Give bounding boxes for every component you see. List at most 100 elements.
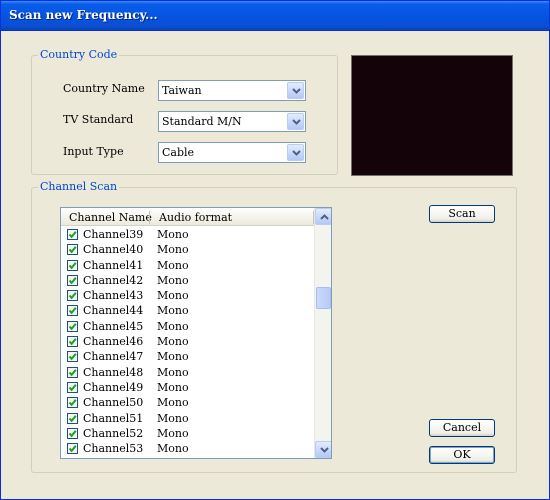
channel-checkbox[interactable] xyxy=(67,443,78,455)
channel-audio-format: Mono xyxy=(157,335,189,349)
channel-audio-format: Mono xyxy=(157,350,189,364)
country-code-group: Country Code Country Name Taiwan TV Stan… xyxy=(31,48,338,175)
checkmark-icon xyxy=(68,231,77,239)
channel-name: Channel53 xyxy=(83,442,144,456)
window-title: Scan new Frequency... xyxy=(9,8,158,22)
channel-checkbox[interactable] xyxy=(67,397,78,409)
channel-checkbox[interactable] xyxy=(67,259,78,271)
table-row[interactable]: Channel52 Mono xyxy=(61,426,314,441)
column-header-channel-name[interactable]: Channel Name xyxy=(69,211,152,224)
checkmark-icon xyxy=(68,430,77,438)
table-row[interactable]: Channel48 Mono xyxy=(61,365,314,380)
channel-name: Channel49 xyxy=(83,380,144,394)
channel-checkbox[interactable] xyxy=(67,274,78,286)
channel-audio-format: Mono xyxy=(157,411,189,425)
channel-checkbox[interactable] xyxy=(67,381,78,393)
channel-audio-format: Mono xyxy=(157,304,189,318)
channel-audio-format: Mono xyxy=(157,289,189,303)
channel-audio-format: Mono xyxy=(157,228,189,241)
checkmark-icon xyxy=(68,307,77,315)
channel-name: Channel45 xyxy=(83,319,144,333)
channel-name: Channel41 xyxy=(83,258,144,272)
checkmark-icon xyxy=(68,399,77,407)
scroll-thumb[interactable] xyxy=(316,287,331,309)
channel-audio-format: Mono xyxy=(157,442,189,456)
channel-checkbox[interactable] xyxy=(67,427,78,439)
input-type-label: Input Type xyxy=(63,145,124,158)
title-bar[interactable]: Scan new Frequency... xyxy=(1,1,549,31)
channel-audio-format: Mono xyxy=(157,426,189,440)
country-name-label: Country Name xyxy=(63,82,145,95)
table-row[interactable]: Channel49 Mono xyxy=(61,380,314,395)
channel-checkbox[interactable] xyxy=(67,320,78,332)
channel-checkbox[interactable] xyxy=(67,305,78,317)
chevron-down-icon[interactable] xyxy=(287,144,304,161)
list-scrollbar[interactable] xyxy=(314,208,331,458)
channel-checkbox[interactable] xyxy=(67,366,78,378)
country-name-value: Taiwan xyxy=(162,84,202,97)
channel-checkbox[interactable] xyxy=(67,351,78,363)
table-row[interactable]: Channel53 Mono xyxy=(61,441,314,456)
channel-name: Channel46 xyxy=(83,335,144,349)
chevron-down-icon[interactable] xyxy=(287,113,304,130)
table-row[interactable]: Channel44 Mono xyxy=(61,303,314,318)
channel-audio-format: Mono xyxy=(157,365,189,379)
column-header-audio-format[interactable]: Audio format xyxy=(159,211,232,224)
channel-name: Channel39 xyxy=(83,228,144,241)
checkmark-icon xyxy=(68,414,77,422)
channel-checkbox[interactable] xyxy=(67,229,78,240)
channel-checkbox[interactable] xyxy=(67,244,78,256)
video-preview xyxy=(351,55,513,176)
checkmark-icon xyxy=(68,292,77,300)
table-row[interactable]: Channel50 Mono xyxy=(61,395,314,410)
channel-audio-format: Mono xyxy=(157,319,189,333)
checkmark-icon xyxy=(68,368,77,376)
scroll-up-button[interactable] xyxy=(315,208,331,225)
table-row[interactable]: Channel43 Mono xyxy=(61,288,314,303)
tv-standard-label: TV Standard xyxy=(63,113,134,126)
table-row[interactable]: Channel51 Mono xyxy=(61,411,314,426)
input-type-value: Cable xyxy=(162,146,195,159)
channel-audio-format: Mono xyxy=(157,243,189,257)
checkmark-icon xyxy=(68,445,77,453)
table-row[interactable]: Channel42 Mono xyxy=(61,273,314,288)
channel-name: Channel42 xyxy=(83,273,144,287)
channel-checkbox[interactable] xyxy=(67,290,78,302)
channel-rows: Channel39 Mono Channel40 Mono Channel41 Mono C… xyxy=(61,227,314,456)
channel-audio-format: Mono xyxy=(157,258,189,272)
checkmark-icon xyxy=(68,261,77,269)
channel-list[interactable]: Channel Name Audio format Channel39 Mono C… xyxy=(60,207,332,459)
chevron-down-icon[interactable] xyxy=(287,82,304,99)
checkmark-icon xyxy=(68,384,77,392)
channel-checkbox[interactable] xyxy=(67,412,78,424)
checkmark-icon xyxy=(68,277,77,285)
input-type-select[interactable]: Cable xyxy=(158,142,306,163)
channel-audio-format: Mono xyxy=(157,273,189,287)
table-row[interactable]: Channel41 Mono xyxy=(61,258,314,273)
checkmark-icon xyxy=(68,246,77,254)
table-row[interactable]: Channel45 Mono xyxy=(61,319,314,334)
tv-standard-select[interactable]: Standard M/N xyxy=(158,111,306,132)
channel-name: Channel47 xyxy=(83,350,144,364)
scroll-down-button[interactable] xyxy=(315,441,331,458)
scan-button[interactable]: Scan xyxy=(429,205,495,223)
cancel-button[interactable]: Cancel xyxy=(429,419,495,437)
checkmark-icon xyxy=(68,338,77,346)
channel-audio-format: Mono xyxy=(157,380,189,394)
table-row[interactable]: Channel47 Mono xyxy=(61,349,314,364)
table-row[interactable]: Channel40 Mono xyxy=(61,242,314,257)
channel-name: Channel51 xyxy=(83,411,144,425)
channel-name: Channel44 xyxy=(83,304,144,318)
channel-name: Channel43 xyxy=(83,289,144,303)
table-row[interactable]: Channel39 Mono xyxy=(61,227,314,242)
column-divider[interactable] xyxy=(149,211,150,224)
checkmark-icon xyxy=(68,353,77,361)
ok-button[interactable]: OK xyxy=(429,446,495,464)
channel-name: Channel48 xyxy=(83,365,144,379)
channel-checkbox[interactable] xyxy=(67,336,78,348)
channel-name: Channel40 xyxy=(83,243,144,257)
table-row[interactable]: Channel46 Mono xyxy=(61,334,314,349)
country-name-select[interactable]: Taiwan xyxy=(158,80,306,101)
tv-standard-value: Standard M/N xyxy=(162,115,242,128)
channel-name: Channel52 xyxy=(83,426,144,440)
